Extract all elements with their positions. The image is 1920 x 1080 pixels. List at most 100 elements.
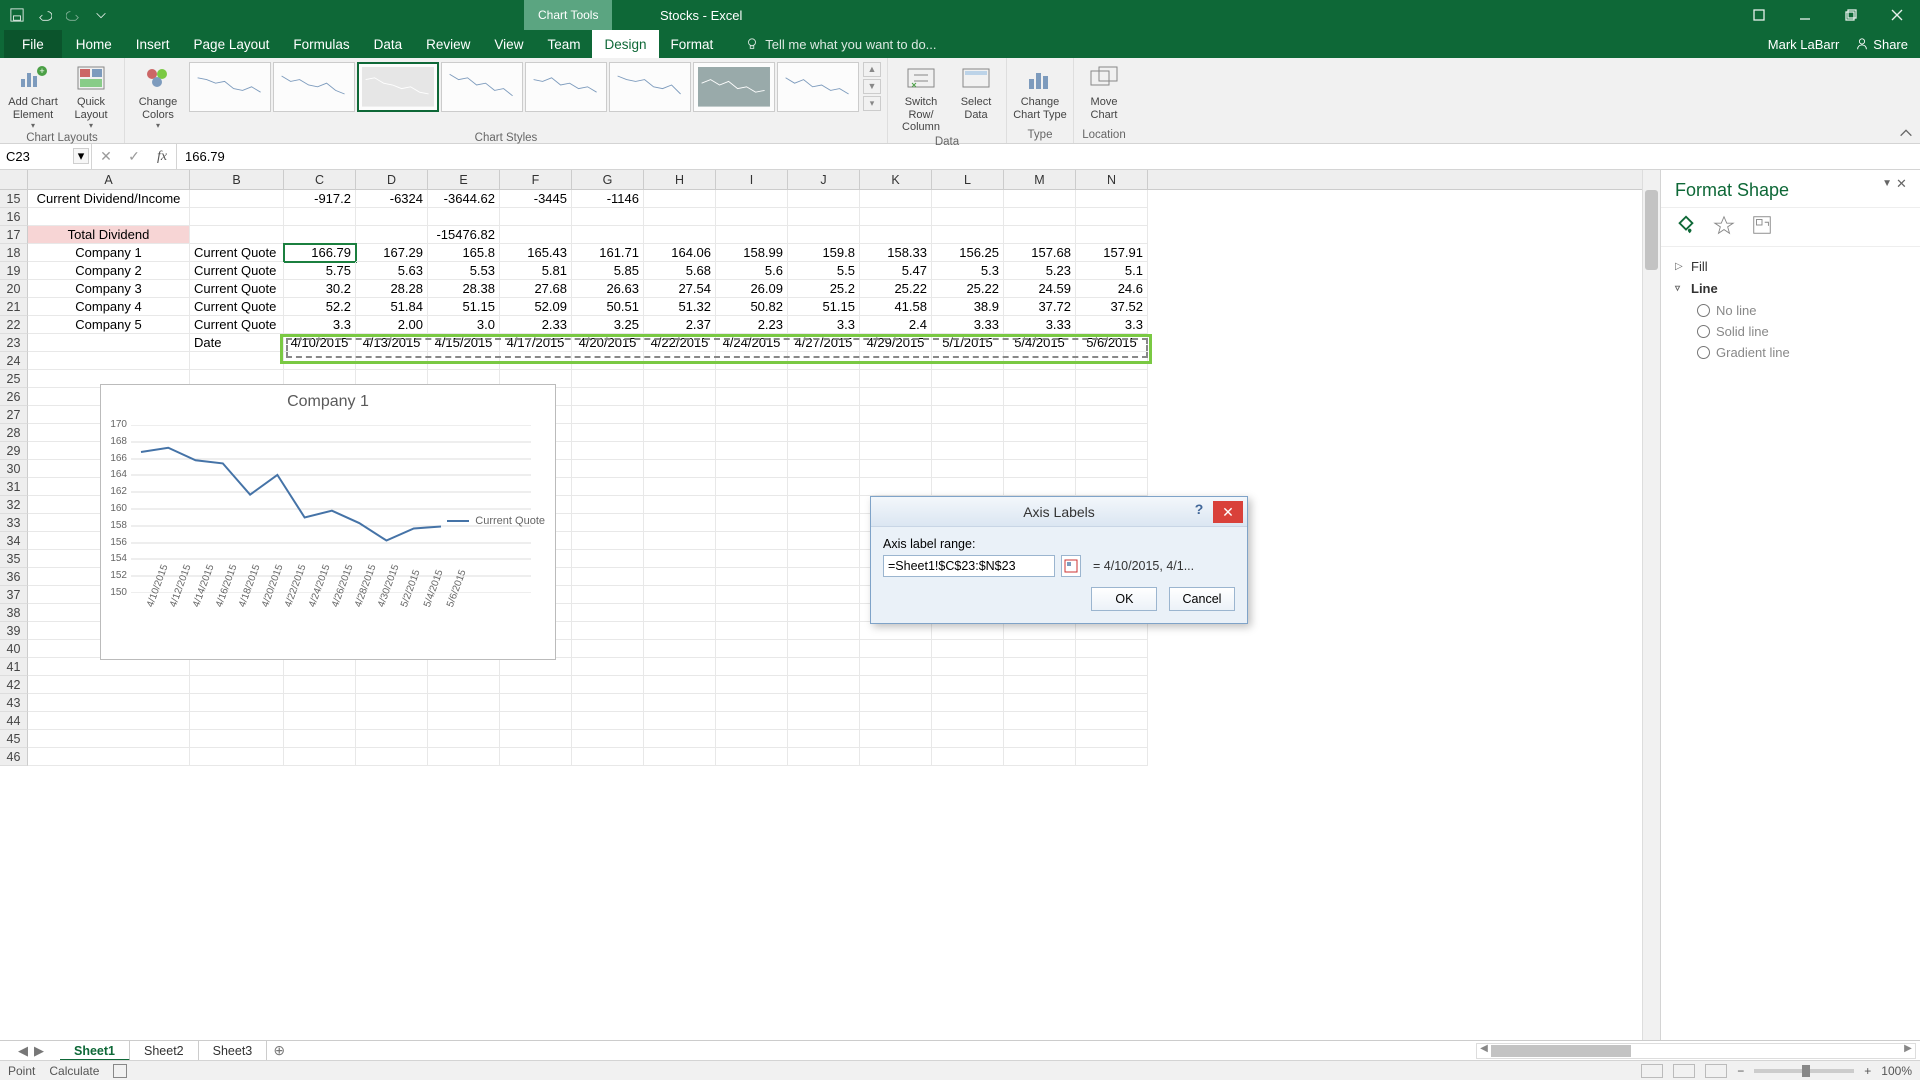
row-header[interactable]: 26 [0,388,28,406]
cell[interactable] [428,694,500,712]
collapse-ribbon-icon[interactable] [1898,125,1914,139]
save-icon[interactable] [6,4,28,26]
cell[interactable] [572,604,644,622]
row-header[interactable]: 31 [0,478,28,496]
cell[interactable]: 4/22/2015 [644,334,716,352]
cell[interactable] [284,352,356,370]
pane-menu-icon[interactable]: ▼ [1882,178,1892,189]
cell[interactable] [716,496,788,514]
cell[interactable]: Current Quote [190,316,284,334]
cell[interactable] [500,694,572,712]
cell[interactable] [716,460,788,478]
cell[interactable] [356,748,428,766]
cell[interactable] [644,550,716,568]
tab-view[interactable]: View [482,30,535,58]
row-header[interactable]: 34 [0,532,28,550]
cell[interactable] [788,496,860,514]
cell[interactable] [1076,694,1148,712]
cell[interactable]: 25.22 [860,280,932,298]
cell[interactable] [572,532,644,550]
cell[interactable] [1076,388,1148,406]
cell[interactable] [716,748,788,766]
cell[interactable]: 164.06 [644,244,716,262]
chart-style-2[interactable] [273,62,355,112]
cell[interactable]: 5/4/2015 [1004,334,1076,352]
cell[interactable] [190,352,284,370]
cell[interactable]: 3.25 [572,316,644,334]
embedded-chart[interactable]: Company 1 150152154156158160162164166168… [100,384,556,660]
cell[interactable] [572,460,644,478]
cell[interactable]: 5.3 [932,262,1004,280]
window-close-icon[interactable] [1874,0,1920,30]
col-header[interactable]: J [788,170,860,189]
cell[interactable] [190,694,284,712]
cell[interactable]: -1146 [572,190,644,208]
cell[interactable] [644,694,716,712]
cell[interactable] [1076,730,1148,748]
cell[interactable] [1076,676,1148,694]
qat-customize-icon[interactable] [90,4,112,26]
cell[interactable] [284,208,356,226]
cell[interactable]: 5/1/2015 [932,334,1004,352]
cell[interactable] [28,730,190,748]
cell[interactable] [788,532,860,550]
cell[interactable] [500,658,572,676]
cell[interactable] [428,208,500,226]
cell[interactable] [788,622,860,640]
cell[interactable] [1004,208,1076,226]
cell[interactable] [1004,712,1076,730]
cell[interactable]: 158.99 [716,244,788,262]
cell[interactable]: 3.0 [428,316,500,334]
cell[interactable] [644,370,716,388]
cell[interactable] [716,658,788,676]
cell[interactable] [788,460,860,478]
zoom-slider[interactable] [1754,1069,1854,1073]
cell[interactable] [1076,226,1148,244]
zoom-out-icon[interactable]: − [1737,1064,1744,1078]
cell[interactable] [190,748,284,766]
cell[interactable] [572,424,644,442]
window-restore-icon[interactable] [1828,0,1874,30]
cell[interactable] [716,586,788,604]
row-header[interactable]: 18 [0,244,28,262]
dialog-help-icon[interactable]: ? [1187,501,1211,523]
tab-page-layout[interactable]: Page Layout [182,30,282,58]
cell[interactable] [644,712,716,730]
add-chart-element-button[interactable]: +Add Chart Element▾ [6,60,60,130]
cell[interactable] [788,478,860,496]
cell[interactable]: 5/6/2015 [1076,334,1148,352]
cell[interactable] [28,748,190,766]
cell[interactable]: Current Quote [190,298,284,316]
cell[interactable] [716,370,788,388]
cell[interactable]: Company 3 [28,280,190,298]
cell[interactable]: 5.23 [1004,262,1076,280]
cell[interactable] [860,208,932,226]
cell[interactable] [190,658,284,676]
cell[interactable]: 24.59 [1004,280,1076,298]
cell[interactable] [28,208,190,226]
row-header[interactable]: 44 [0,712,28,730]
cell[interactable] [356,676,428,694]
cell[interactable] [644,352,716,370]
cell[interactable]: 2.00 [356,316,428,334]
chart-style-4[interactable] [441,62,523,112]
sheet-tab-3[interactable]: Sheet3 [199,1041,268,1061]
tab-file[interactable]: File [4,30,62,58]
add-sheet-icon[interactable]: ⊕ [267,1042,291,1059]
cell[interactable] [716,442,788,460]
cell[interactable]: 4/10/2015 [284,334,356,352]
tab-data[interactable]: Data [362,30,415,58]
cell[interactable] [1076,442,1148,460]
row-header[interactable]: 23 [0,334,28,352]
cell[interactable]: Current Quote [190,244,284,262]
col-header[interactable]: L [932,170,1004,189]
tab-insert[interactable]: Insert [124,30,182,58]
cell[interactable] [428,712,500,730]
cell[interactable] [356,352,428,370]
cell[interactable] [860,424,932,442]
cell[interactable] [860,694,932,712]
cell[interactable] [716,478,788,496]
cell[interactable] [644,604,716,622]
cell[interactable]: 2.33 [500,316,572,334]
cell[interactable] [428,730,500,748]
